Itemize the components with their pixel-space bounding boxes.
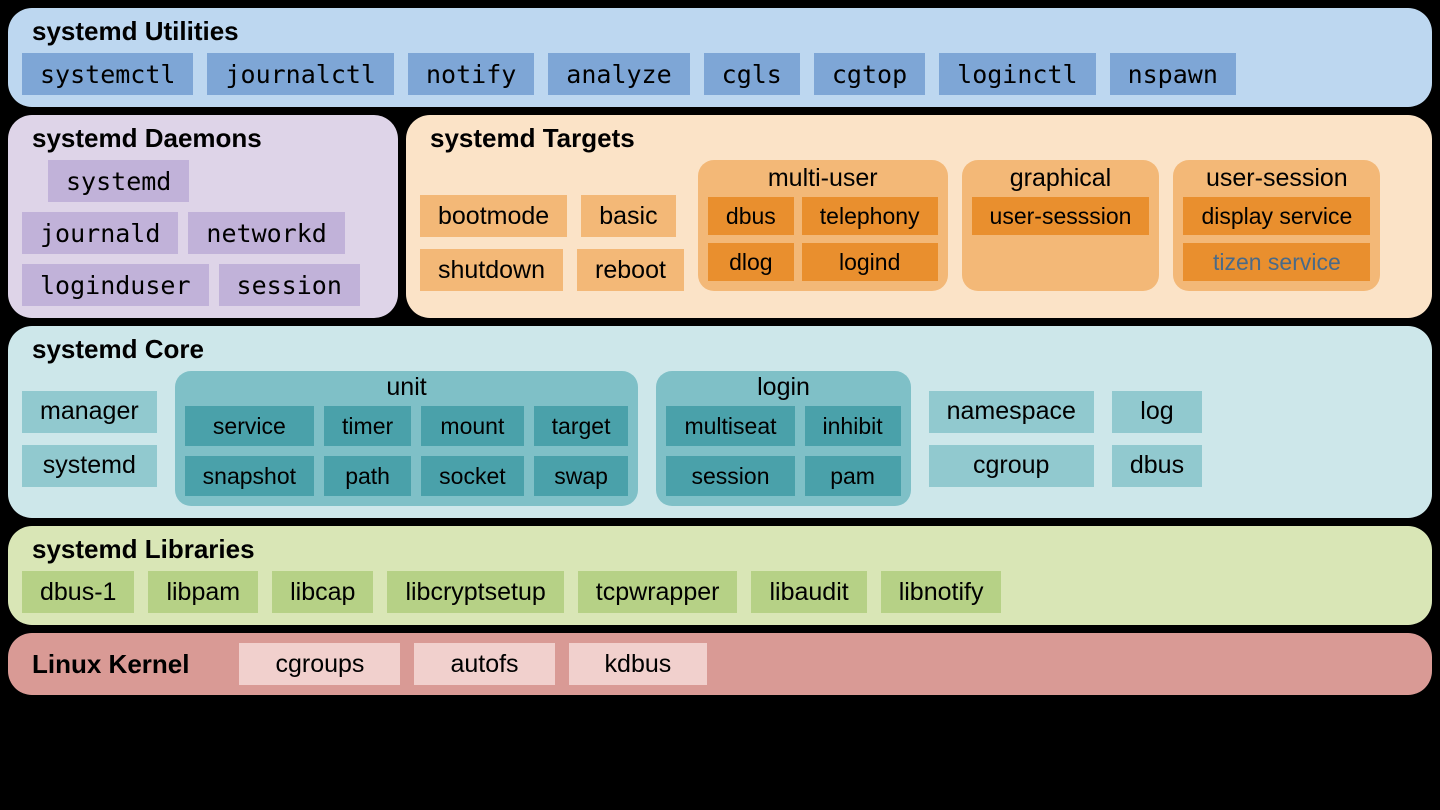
targets-group-grid: display service tizen service — [1183, 197, 1370, 281]
targets-simple: bootmode basic shutdown reboot — [420, 195, 684, 291]
core-unit-group: unit servicetimermount target snapshotpath… — [175, 371, 639, 506]
chip: tcpwrapper — [578, 571, 738, 613]
chip: systemctl — [22, 53, 193, 95]
chip: socket — [421, 456, 523, 496]
chip: timer — [324, 406, 411, 446]
daemons-grid: systemd journaldnetworkd logindusersession — [22, 160, 384, 306]
chip: mount — [421, 406, 523, 446]
chip: session — [219, 264, 360, 306]
core-right: namespace log cgroup dbus — [929, 371, 1202, 506]
core-unit-title: unit — [185, 373, 629, 406]
chip: inhibit — [805, 406, 901, 446]
chip: notify — [408, 53, 534, 95]
libs-title: systemd Libraries — [22, 532, 1418, 571]
chip: telephony — [802, 197, 938, 235]
libs-section: systemd Libraries dbus-1 libpam libcap libc… — [8, 526, 1432, 625]
daemons-row: journaldnetworkd — [22, 212, 384, 254]
chip: bootmode — [420, 195, 567, 237]
chip: manager — [22, 391, 157, 433]
targets-group-title: user-session — [1183, 164, 1370, 197]
chip: analyze — [548, 53, 689, 95]
targets-title: systemd Targets — [420, 121, 1418, 160]
chip: cgls — [704, 53, 800, 95]
targets-groups: multi-userdbustelephonydloglogindgraphic… — [698, 160, 1380, 291]
chip: user-sesssion — [972, 197, 1150, 235]
chip: cgtop — [814, 53, 925, 95]
targets-section: systemd Targets bootmode basic shutdown reb… — [406, 115, 1432, 318]
chip: nspawn — [1110, 53, 1236, 95]
chip: loginduser — [22, 264, 209, 306]
chip: dbus — [1112, 445, 1202, 487]
chip: autofs — [414, 643, 554, 685]
daemons-row: logindusersession — [22, 264, 384, 306]
targets-group: user-sessiondisplay service tizen service — [1173, 160, 1380, 291]
chip: dlog — [708, 243, 794, 281]
chip: kdbus — [569, 643, 708, 685]
targets-group-title: graphical — [972, 164, 1150, 197]
chip: namespace — [929, 391, 1094, 433]
chip: service — [185, 406, 314, 446]
core-title: systemd Core — [22, 332, 1418, 371]
chip: libnotify — [881, 571, 1002, 613]
chip: loginctl — [939, 53, 1095, 95]
chip: networkd — [188, 212, 344, 254]
chip: libcryptsetup — [387, 571, 563, 613]
chip: libcap — [272, 571, 373, 613]
chip: basic — [581, 195, 675, 237]
targets-simple-row: shutdown reboot — [420, 249, 684, 291]
chip: swap — [534, 456, 629, 496]
chip: dbus — [708, 197, 794, 235]
chip: journald — [22, 212, 178, 254]
core-login-group: login multiseat inhibit session pam — [656, 371, 910, 506]
kernel-chips: cgroups autofs kdbus — [239, 643, 707, 685]
utilities-title: systemd Utilities — [22, 14, 1418, 53]
targets-simple-row: bootmode basic — [420, 195, 684, 237]
chip: cgroups — [239, 643, 400, 685]
chip: systemd — [48, 160, 189, 202]
chip: libpam — [148, 571, 258, 613]
chip: tizen service — [1183, 243, 1370, 281]
chip: dbus-1 — [22, 571, 134, 613]
targets-group-grid: dbustelephonydloglogind — [708, 197, 938, 281]
kernel-section: Linux Kernel cgroups autofs kdbus — [8, 633, 1432, 695]
chip: session — [666, 456, 794, 496]
chip: cgroup — [929, 445, 1094, 487]
chip: journalctl — [207, 53, 394, 95]
chip: multiseat — [666, 406, 794, 446]
targets-group: multi-userdbustelephonydloglogind — [698, 160, 948, 291]
chip: target — [534, 406, 629, 446]
daemons-section: systemd Daemons systemd journaldnetworkd l… — [8, 115, 398, 318]
chip: path — [324, 456, 411, 496]
chip: logind — [802, 243, 938, 281]
core-unit-grid: servicetimermount target snapshotpathsocke… — [185, 406, 629, 496]
chip: systemd — [22, 445, 157, 487]
targets-group-grid: user-sesssion — [972, 197, 1150, 235]
targets-group: graphicaluser-sesssion — [962, 160, 1160, 291]
core-left: manager systemd — [22, 371, 157, 506]
chip: pam — [805, 456, 901, 496]
core-section: systemd Core manager systemd unit service… — [8, 326, 1432, 518]
chip: display service — [1183, 197, 1370, 235]
utilities-chips: systemctl journalctl notify analyze cgls cgto… — [22, 53, 1418, 95]
chip: reboot — [577, 249, 684, 291]
libs-chips: dbus-1 libpam libcap libcryptsetup tcpwrappe… — [22, 571, 1418, 613]
chip: shutdown — [420, 249, 563, 291]
core-login-title: login — [666, 373, 900, 406]
targets-group-title: multi-user — [708, 164, 938, 197]
kernel-title: Linux Kernel — [22, 649, 199, 680]
utilities-section: systemd Utilities systemctl journalctl not… — [8, 8, 1432, 107]
chip: log — [1112, 391, 1202, 433]
daemons-row: systemd — [22, 160, 384, 202]
daemons-title: systemd Daemons — [22, 121, 384, 160]
core-login-grid: multiseat inhibit session pam — [666, 406, 900, 496]
chip: libaudit — [751, 571, 866, 613]
chip: snapshot — [185, 456, 314, 496]
